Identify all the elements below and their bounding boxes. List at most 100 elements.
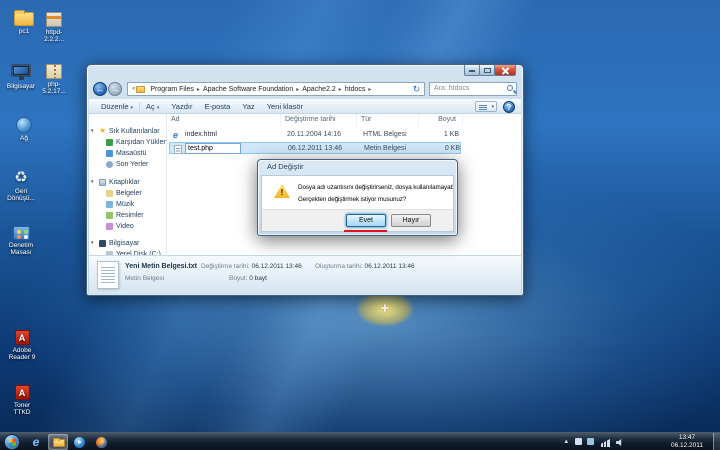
tray-app-icon[interactable] [575,438,582,445]
desktop-icon-pc1[interactable]: pc1 [8,12,40,35]
recent-places-icon [106,161,113,168]
desktop-icon-toner[interactable]: A Toner TTKD [6,385,38,417]
help-button[interactable]: ? [503,101,515,113]
burn-button[interactable]: Yaz [236,102,260,111]
views-button[interactable]: ▾ [475,101,497,112]
file-row-test-php[interactable]: 06.12.2011 13:46 Metin Belgesi 0 KB [169,142,461,154]
sidebar-group-favorites[interactable]: ▾ ★ Sık Kullanılanlar [89,126,166,137]
red-annotation-underline [344,230,387,232]
search-icon [507,85,513,91]
desktop-icon [106,150,113,157]
desktop-icon-label: pc1 [8,28,40,35]
start-button[interactable] [4,434,20,450]
minimize-button[interactable] [464,65,480,76]
computer-monitor-icon [11,64,31,77]
breadcrumb-segment[interactable]: Apache Software Foundation [201,86,295,93]
sidebar-item-pictures[interactable]: Resimler [89,210,166,221]
sidebar-item-music[interactable]: Müzik [89,199,166,210]
taskbar-clock[interactable]: 13:47 06.12.2011 [664,434,710,450]
breadcrumb-segment[interactable]: Apache2.2 [300,86,337,93]
taskbar-firefox-icon[interactable] [92,434,112,450]
print-button[interactable]: Yazdır [165,102,198,111]
volume-icon[interactable] [616,439,624,446]
tree-expand-icon[interactable]: ▾ [91,126,94,137]
network-globe-icon [16,117,32,133]
search-input[interactable]: Ara: htdocs [429,82,517,96]
archive-zip-icon [46,64,62,79]
file-date: 20.11.2004 14:16 [287,129,341,141]
network-status-icon[interactable] [601,439,610,447]
column-header-date[interactable]: Değiştirme tarihi [281,114,357,126]
taskbar-media-player-icon[interactable] [70,434,90,450]
close-button[interactable] [494,65,516,76]
back-button[interactable]: ← [93,82,107,96]
tree-expand-icon[interactable]: ▾ [91,238,94,249]
file-type: Metin Belgesi [364,143,406,155]
tray-expand-icon[interactable]: ▴ [564,437,568,445]
play-icon [74,437,85,448]
dialog-message-line2: Gerçekten değiştirmek istiyor musunuz? [298,196,406,203]
refresh-button[interactable]: ↻ [410,83,423,95]
folder-icon [136,86,145,93]
new-folder-button[interactable]: Yeni klasör [261,102,309,111]
breadcrumb-segment[interactable]: htdocs [343,86,368,93]
column-header-name[interactable]: Ad [167,114,281,126]
sidebar-group-libraries[interactable]: ▾ Kitaplıklar [89,177,166,188]
yes-button[interactable]: Evet [346,214,386,227]
desktop-icon-label: Denetim Masası [2,242,40,257]
desktop-icon-label: Geri Dönüşü... [4,188,38,203]
file-type: HTML Belgesi [363,129,407,141]
taskbar-explorer-icon[interactable] [48,434,68,450]
sidebar-item-recent-places[interactable]: Son Yerler [89,159,166,170]
tray-app-icon[interactable] [587,438,594,445]
desktop-icon-httpd-installer[interactable]: httpd-2.2.2... [38,12,70,44]
chevron-right-icon[interactable]: ▸ [367,86,372,93]
email-button[interactable]: E-posta [198,102,236,111]
html-file-icon: e [173,129,183,141]
taskbar: e ▴ 13:47 06.12.2011 [0,432,720,450]
dialog-body: ! Dosya adı uzantısını değiştirirseniz, … [261,175,454,232]
column-header-type[interactable]: Tür [357,114,419,126]
maximize-button[interactable] [479,65,495,76]
breadcrumb-segment[interactable]: Program Files [148,86,196,93]
computer-icon [99,240,106,247]
windows-flag-icon [9,439,16,447]
maximize-icon [484,68,491,73]
details-modified: Değiştirme tarihi: 06.12.2011 13:46 [201,263,302,270]
sidebar-item-downloads[interactable]: Karşıdan Yüklem... [89,137,166,148]
no-button[interactable]: Hayır [391,214,431,227]
organize-menu[interactable]: Düzenle [95,102,139,111]
navigation-pane: ▾ ★ Sık Kullanılanlar Karşıdan Yüklem...… [89,114,166,255]
file-row-index-html[interactable]: e index.html 20.11.2004 14:16 HTML Belge… [169,129,461,141]
clock-date: 06.12.2011 [664,442,710,450]
sidebar-group-computer[interactable]: ▾ Bilgisayar [89,238,166,249]
taskbar-ie-icon[interactable]: e [26,434,46,450]
recycle-bin-icon: ♻ [4,170,38,186]
pdf-doc-icon: A [15,385,30,400]
pdf-app-icon: A [15,330,30,345]
details-filetype: Metin Belgesi [125,275,164,282]
desktop-icon-php-archive[interactable]: php-5.2.17... [38,64,70,96]
tree-expand-icon[interactable]: ▾ [91,177,94,188]
rename-input[interactable] [185,143,241,154]
show-desktop-button[interactable] [713,433,720,450]
libraries-icon [99,179,106,186]
desktop-icon-network[interactable]: Ağ [8,117,40,142]
desktop-icon-adobe-reader[interactable]: A Adobe Reader 9 [6,330,38,362]
sidebar-item-documents[interactable]: Belgeler [89,188,166,199]
desktop-icon-control-panel[interactable]: Denetim Masası [2,226,40,257]
file-name: index.html [185,129,217,141]
command-toolbar: Düzenle Aç Yazdır E-posta Yaz Yeni klasö… [89,99,521,114]
column-header-size[interactable]: Boyut [419,114,463,126]
desktop-icon-recycle-bin[interactable]: ♻ Geri Dönüşü... [4,170,38,203]
sidebar-item-desktop[interactable]: Masaüstü [89,148,166,159]
dialog-title: Ad Değiştir [267,162,304,171]
breadcrumb[interactable]: « Program Files ▸ Apache Software Founda… [127,82,425,96]
desktop-icon-computer[interactable]: Bilgisayar [4,64,38,90]
desktop-icon-label: php-5.2.17... [38,81,70,96]
forward-button[interactable]: → [108,82,122,96]
column-headers: Ad Değiştirme tarihi Tür Boyut [167,114,521,127]
caption-buttons [465,65,516,76]
open-menu[interactable]: Aç [140,102,165,111]
sidebar-item-video[interactable]: Video [89,221,166,232]
